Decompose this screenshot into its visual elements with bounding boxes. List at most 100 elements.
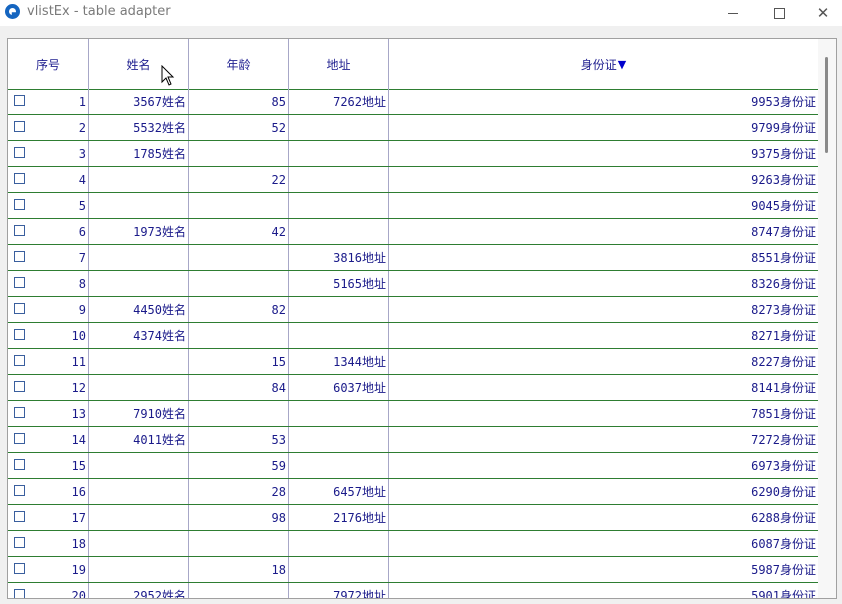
cell-index: 12 xyxy=(8,375,89,400)
cell-id: 9953身份证 xyxy=(751,95,816,109)
row-checkbox[interactable] xyxy=(14,381,25,392)
header-address[interactable]: 地址 xyxy=(289,39,389,89)
cell-index: 9 xyxy=(8,297,89,322)
cell-id: 5987身份证 xyxy=(751,563,816,577)
row-checkbox[interactable] xyxy=(14,251,25,262)
row-checkbox[interactable] xyxy=(14,407,25,418)
cell-name xyxy=(89,167,189,192)
cell-name xyxy=(89,453,189,478)
scrollbar-thumb[interactable] xyxy=(825,57,828,153)
table-view[interactable]: 序号 姓名 年龄 地址 身份证 ▼ 1 3567姓名 85 7262地址 9953身份证 2… xyxy=(7,38,837,599)
cell-address: 6037地址 xyxy=(289,375,389,400)
cell-id: 8273身份证 xyxy=(751,303,816,317)
row-checkbox[interactable] xyxy=(14,563,25,574)
row-checkbox[interactable] xyxy=(14,459,25,470)
table-row[interactable]: 17 98 2176地址 6288身份证 xyxy=(8,505,818,531)
table-row[interactable]: 1 3567姓名 85 7262地址 9953身份证 xyxy=(8,89,818,115)
cell-address: 3816地址 xyxy=(289,245,389,270)
cell-age: 82 xyxy=(189,297,289,322)
row-checkbox[interactable] xyxy=(14,485,25,496)
table-row[interactable]: 5 9045身份证 xyxy=(8,193,818,219)
minimize-icon xyxy=(728,12,738,14)
cell-age: 42 xyxy=(189,219,289,244)
minimize-button[interactable] xyxy=(710,0,756,26)
table-row[interactable]: 15 59 6973身份证 xyxy=(8,453,818,479)
table-header: 序号 姓名 年龄 地址 身份证 ▼ xyxy=(8,39,818,90)
cell-index: 8 xyxy=(8,271,89,296)
cell-address xyxy=(289,219,389,244)
table-row[interactable]: 7 3816地址 8551身份证 xyxy=(8,245,818,271)
table-row[interactable]: 20 2952姓名 7972地址 5901身份证 xyxy=(8,583,818,599)
cell-id: 6087身份证 xyxy=(751,537,816,551)
maximize-button[interactable] xyxy=(756,0,802,26)
table-row[interactable]: 9 4450姓名 82 8273身份证 xyxy=(8,297,818,323)
row-checkbox[interactable] xyxy=(14,225,25,236)
cell-id: 6288身份证 xyxy=(751,511,816,525)
maximize-icon xyxy=(773,7,785,19)
cell-address xyxy=(289,141,389,166)
cell-address: 6457地址 xyxy=(289,479,389,504)
cell-name: 4450姓名 xyxy=(89,297,189,322)
header-index[interactable]: 序号 xyxy=(8,39,89,89)
header-id[interactable]: 身份证 ▼ xyxy=(389,39,818,89)
table-row[interactable]: 12 84 6037地址 8141身份证 xyxy=(8,375,818,401)
cell-index: 4 xyxy=(8,167,89,192)
cell-index: 3 xyxy=(8,141,89,166)
cell-index: 19 xyxy=(8,557,89,582)
cell-age: 22 xyxy=(189,167,289,192)
cell-age: 59 xyxy=(189,453,289,478)
row-checkbox[interactable] xyxy=(14,199,25,210)
cell-index: 1 xyxy=(8,89,89,114)
cell-name: 5532姓名 xyxy=(89,115,189,140)
cell-id: 7851身份证 xyxy=(751,407,816,421)
table-row[interactable]: 8 5165地址 8326身份证 xyxy=(8,271,818,297)
close-button[interactable]: ✕ xyxy=(800,0,842,26)
row-checkbox[interactable] xyxy=(14,277,25,288)
cell-id: 8141身份证 xyxy=(751,381,816,395)
cell-age xyxy=(189,245,289,270)
table-row[interactable]: 2 5532姓名 52 9799身份证 xyxy=(8,115,818,141)
cell-index: 13 xyxy=(8,401,89,426)
cell-index: 11 xyxy=(8,349,89,374)
cell-age: 52 xyxy=(189,115,289,140)
cell-id: 8551身份证 xyxy=(751,251,816,265)
cell-id: 9375身份证 xyxy=(751,147,816,161)
row-checkbox[interactable] xyxy=(14,303,25,314)
cell-address xyxy=(289,167,389,192)
cell-name: 1973姓名 xyxy=(89,219,189,244)
row-checkbox[interactable] xyxy=(14,537,25,548)
row-checkbox[interactable] xyxy=(14,329,25,340)
window-title: vlistEx - table adapter xyxy=(27,4,171,19)
row-checkbox[interactable] xyxy=(14,121,25,132)
cell-id: 8227身份证 xyxy=(751,355,816,369)
table-row[interactable]: 6 1973姓名 42 8747身份证 xyxy=(8,219,818,245)
row-checkbox[interactable] xyxy=(14,355,25,366)
cell-id: 8747身份证 xyxy=(751,225,816,239)
cell-name: 1785姓名 xyxy=(89,141,189,166)
table-row[interactable]: 16 28 6457地址 6290身份证 xyxy=(8,479,818,505)
header-age[interactable]: 年龄 xyxy=(189,39,289,89)
table-row[interactable]: 14 4011姓名 53 7272身份证 xyxy=(8,427,818,453)
row-checkbox[interactable] xyxy=(14,511,25,522)
table-row[interactable]: 4 22 9263身份证 xyxy=(8,167,818,193)
row-checkbox[interactable] xyxy=(14,147,25,158)
table-row[interactable]: 11 15 1344地址 8227身份证 xyxy=(8,349,818,375)
table-row[interactable]: 19 18 5987身份证 xyxy=(8,557,818,583)
table-row[interactable]: 18 6087身份证 xyxy=(8,531,818,557)
table-row[interactable]: 3 1785姓名 9375身份证 xyxy=(8,141,818,167)
row-checkbox[interactable] xyxy=(14,589,25,598)
cell-name xyxy=(89,505,189,530)
vertical-scrollbar[interactable] xyxy=(818,39,836,598)
cell-index: 14 xyxy=(8,427,89,452)
row-checkbox[interactable] xyxy=(14,173,25,184)
cell-id: 5901身份证 xyxy=(751,589,816,599)
row-checkbox[interactable] xyxy=(14,95,25,106)
cell-name xyxy=(89,193,189,218)
table-body: 1 3567姓名 85 7262地址 9953身份证 2 5532姓名 52 9799身份证 3 1… xyxy=(8,89,818,599)
table-row[interactable]: 10 4374姓名 8271身份证 xyxy=(8,323,818,349)
table-row[interactable]: 13 7910姓名 7851身份证 xyxy=(8,401,818,427)
cell-age xyxy=(189,323,289,348)
row-checkbox[interactable] xyxy=(14,433,25,444)
cell-name xyxy=(89,531,189,556)
cell-id: 8271身份证 xyxy=(751,329,816,343)
